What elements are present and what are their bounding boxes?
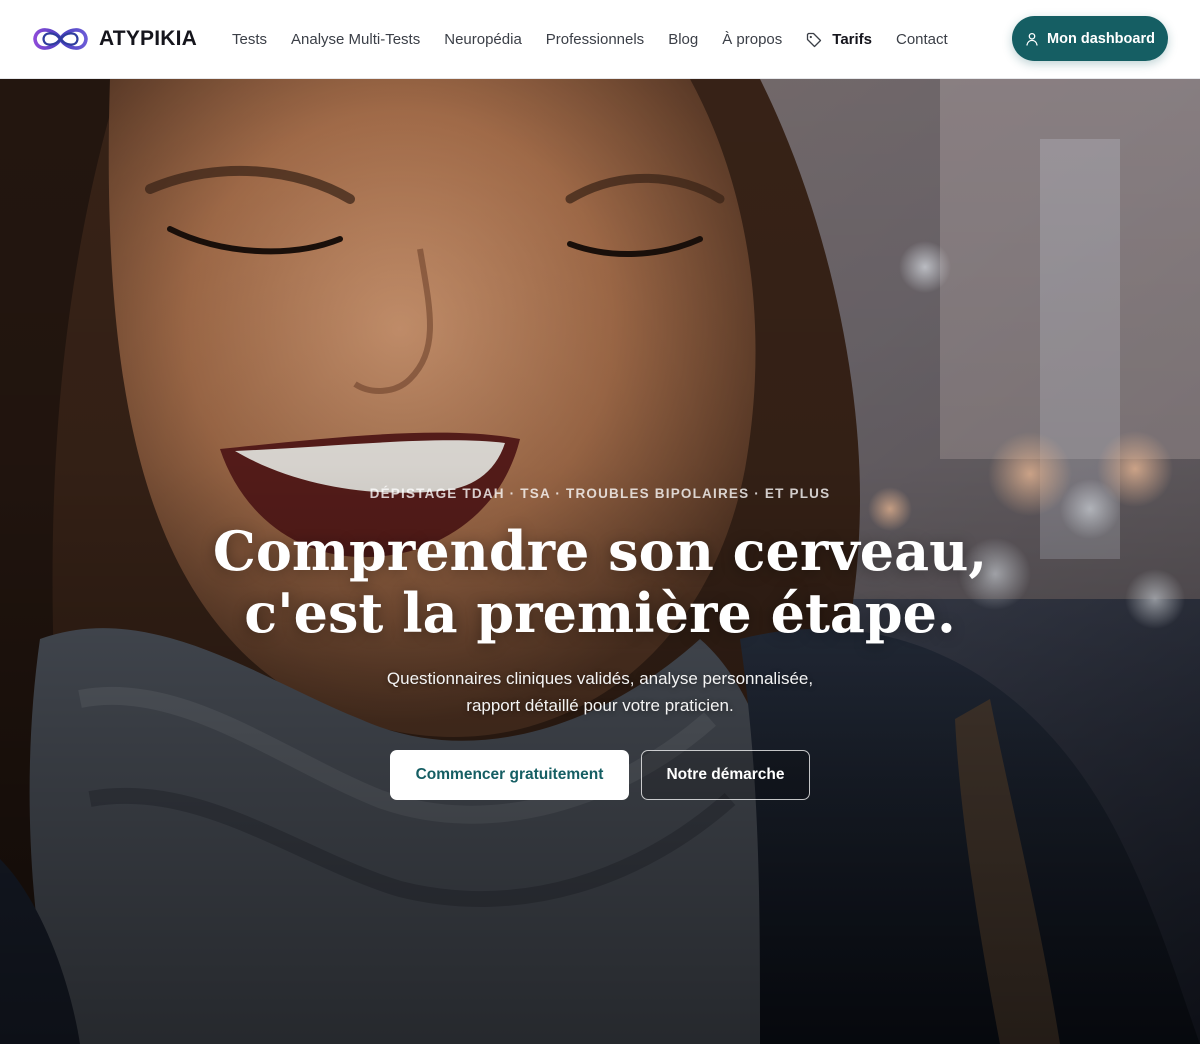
nav-item-tests[interactable]: Tests [232,31,267,48]
hero-headline: Comprendre son cerveau, c'est la premièr… [0,520,1200,644]
nav-item-blog[interactable]: Blog [668,31,698,48]
nav-item-a-propos[interactable]: À propos [722,31,782,48]
dashboard-button-label: Mon dashboard [1047,30,1155,47]
nav-item-tarifs-label: Tarifs [832,31,872,48]
nav-item-analyse-multi-tests[interactable]: Analyse Multi-Tests [291,31,420,48]
dashboard-button[interactable]: Mon dashboard [1012,16,1168,61]
nav-item-contact[interactable]: Contact [896,31,948,48]
nav-item-neuropedia[interactable]: Neuropédia [444,31,522,48]
start-free-button[interactable]: Commencer gratuitement [390,750,629,800]
brand-logo[interactable]: ATYPIKIA [32,20,197,58]
our-approach-button[interactable]: Notre démarche [641,750,810,800]
hero-section: DÉPISTAGE TDAH · TSA · TROUBLES BIPOLAIR… [0,79,1200,1044]
infinity-logo-icon [33,28,88,50]
hero-content: DÉPISTAGE TDAH · TSA · TROUBLES BIPOLAIR… [0,79,1200,1044]
hero-headline-line-1: Comprendre son cerveau, [212,519,988,583]
nav-item-professionnels[interactable]: Professionnels [546,31,644,48]
user-icon [1026,32,1038,46]
hero-headline-line-2: c'est la première étape. [244,581,956,645]
brand-name: ATYPIKIA [99,27,198,50]
nav-item-tarifs[interactable]: Tarifs [806,31,872,48]
site-header: ATYPIKIA Tests Analyse Multi-Tests Neuro… [0,0,1200,79]
hero-subtitle-line-2: rapport détaillé pour votre praticien. [466,696,734,715]
main-nav: Tests Analyse Multi-Tests Neuropédia Pro… [232,0,972,79]
hero-subtitle-line-1: Questionnaires cliniques validés, analys… [386,669,814,688]
hero-eyebrow: DÉPISTAGE TDAH · TSA · TROUBLES BIPOLAIR… [369,486,831,501]
hero-subtitle: Questionnaires cliniques validés, analys… [0,665,1200,719]
tag-icon [807,32,822,47]
